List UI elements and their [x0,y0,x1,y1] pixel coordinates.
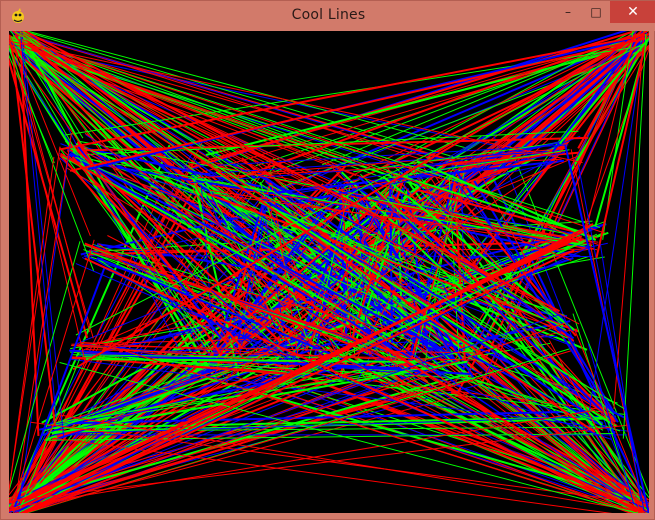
close-icon: ✕ [627,4,639,20]
art-line [10,45,56,426]
title-bar[interactable]: Cool Lines – □ ✕ [1,1,655,31]
maximize-icon: □ [590,5,602,19]
app-window: Cool Lines – □ ✕ [0,0,655,520]
close-button[interactable]: ✕ [610,1,655,23]
minimize-icon: – [565,5,571,19]
cool-lines-artwork [9,31,649,513]
minimize-button[interactable]: – [554,1,582,23]
drawing-canvas[interactable] [9,31,649,513]
art-line [321,31,647,166]
window-controls: – □ ✕ [554,1,655,23]
maximize-button[interactable]: □ [582,1,610,23]
